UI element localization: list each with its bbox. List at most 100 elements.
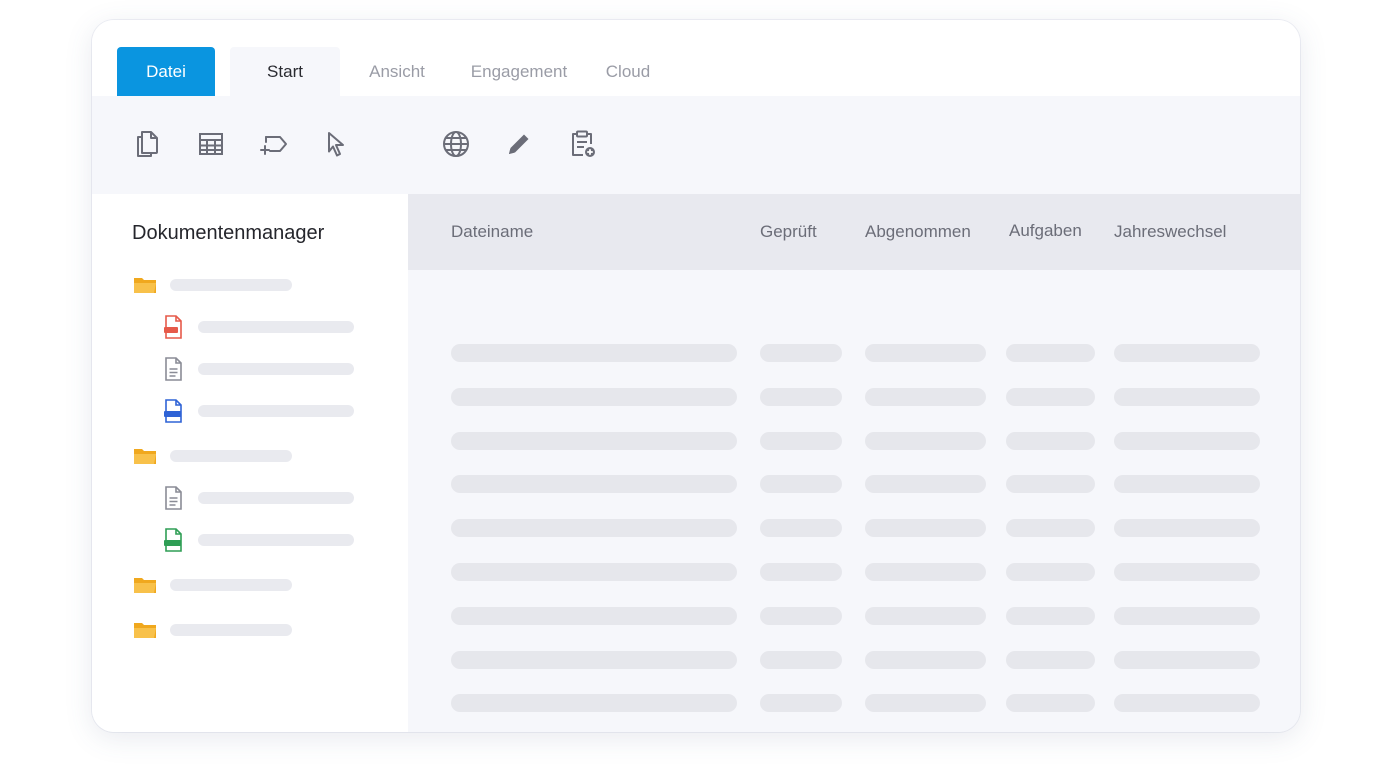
column-header-dateiname[interactable]: Dateiname <box>451 222 533 242</box>
copy-button[interactable] <box>129 126 165 162</box>
table-cell-placeholder <box>451 650 737 669</box>
table-cell-placeholder <box>760 519 842 538</box>
tree-folder[interactable] <box>132 572 292 598</box>
table-row[interactable] <box>408 563 1300 583</box>
table-cell-placeholder <box>865 563 986 581</box>
table-cell-placeholder <box>451 431 737 450</box>
table-button[interactable] <box>193 126 229 162</box>
tab-cloud[interactable]: Cloud <box>597 47 659 96</box>
folder-icon <box>134 278 156 293</box>
table-row[interactable] <box>408 431 1300 452</box>
tree-file[interactable] <box>160 398 354 424</box>
table-cell-placeholder <box>760 563 842 581</box>
folder-icon <box>134 578 156 593</box>
pencil-icon <box>509 134 529 154</box>
table-cell-placeholder <box>451 475 737 494</box>
add-clipboard-button[interactable] <box>564 126 600 162</box>
docx-file-icon <box>164 399 182 423</box>
folder-icon <box>134 623 156 638</box>
table-cell-placeholder <box>1114 606 1260 625</box>
add-label-icon <box>260 136 287 155</box>
table-cell-placeholder <box>760 431 842 450</box>
table-cell-placeholder <box>1114 694 1260 713</box>
table-cell-placeholder <box>1006 606 1095 625</box>
tree-folder[interactable] <box>132 443 292 469</box>
web-button[interactable] <box>438 126 474 162</box>
table-cell-placeholder <box>1006 431 1095 450</box>
tree-item-label-placeholder <box>170 279 292 291</box>
column-header-jahreswechsel[interactable]: Jahreswechsel <box>1114 222 1226 242</box>
table-cell-placeholder <box>1114 387 1260 406</box>
table-row[interactable] <box>408 519 1300 539</box>
tree-file[interactable] <box>160 314 354 340</box>
tab-bar: Datei Start Ansicht Engagement Cloud <box>92 20 1300 96</box>
xlsx-file-icon <box>164 528 182 552</box>
folder-icon <box>134 449 156 464</box>
tree-folder[interactable] <box>132 617 292 643</box>
table-cell-placeholder <box>760 475 842 494</box>
tree-item-label-placeholder <box>198 405 354 417</box>
table-cell-placeholder <box>1114 475 1260 494</box>
table-cell-placeholder <box>451 387 737 406</box>
table-cell-placeholder <box>451 344 737 362</box>
add-label-button[interactable] <box>255 126 291 162</box>
column-header-abgenommen[interactable]: Abgenommen <box>865 222 971 242</box>
table-cell-placeholder <box>865 387 986 406</box>
tab-ansicht[interactable]: Ansicht <box>357 47 437 96</box>
document-manager-sidebar: Dokumentenmanager <box>92 194 408 732</box>
table-row[interactable] <box>408 650 1300 671</box>
table-cell-placeholder <box>1006 519 1095 538</box>
table-row[interactable] <box>408 694 1300 714</box>
select-cursor-button[interactable] <box>318 126 354 162</box>
table-grid-icon <box>199 133 223 155</box>
table-row[interactable] <box>408 606 1300 627</box>
table-header: Dateiname Geprüft Abgenommen Aufgaben Ja… <box>408 194 1300 270</box>
table-cell-placeholder <box>865 606 986 625</box>
table-row[interactable] <box>408 387 1300 408</box>
clipboard-add-icon <box>572 130 595 157</box>
tree-file[interactable] <box>160 485 354 511</box>
table-cell-placeholder <box>1006 650 1095 669</box>
tree-item-label-placeholder <box>198 363 354 375</box>
tree-folder[interactable] <box>132 272 292 298</box>
text-file-icon <box>165 486 182 510</box>
edit-button[interactable] <box>501 126 537 162</box>
table-cell-placeholder <box>451 563 737 581</box>
table-cell-placeholder <box>1114 519 1260 538</box>
table-cell-placeholder <box>1006 344 1095 362</box>
table-cell-placeholder <box>1114 344 1260 362</box>
tree-item-label-placeholder <box>198 492 354 504</box>
copy-documents-icon <box>137 131 158 157</box>
tab-engagement[interactable]: Engagement <box>461 47 577 96</box>
table-cell-placeholder <box>1006 694 1095 713</box>
tree-item-label-placeholder <box>198 534 354 546</box>
text-file-icon <box>165 357 182 381</box>
column-header-geprueft[interactable]: Geprüft <box>760 222 817 242</box>
app-window: Datei Start Ansicht Engagement Cloud Dok… <box>92 20 1300 732</box>
table-cell-placeholder <box>760 344 842 362</box>
table-cell-placeholder <box>865 694 986 713</box>
table-cell-placeholder <box>451 519 737 538</box>
cursor-pointer-icon <box>328 132 344 157</box>
tab-start[interactable]: Start <box>230 47 340 96</box>
table-cell-placeholder <box>1114 563 1260 581</box>
tree-item-label-placeholder <box>198 321 354 333</box>
table-cell-placeholder <box>1114 431 1260 450</box>
table-cell-placeholder <box>865 650 986 669</box>
table-cell-placeholder <box>1006 563 1095 581</box>
table-cell-placeholder <box>760 650 842 669</box>
table-row[interactable] <box>408 475 1300 495</box>
tree-file[interactable] <box>160 527 354 553</box>
column-header-aufgaben[interactable]: Aufgaben <box>1009 221 1082 241</box>
tree-item-label-placeholder <box>170 579 292 591</box>
tree-item-label-placeholder <box>170 624 292 636</box>
table-cell-placeholder <box>760 387 842 406</box>
tree-file[interactable] <box>160 356 354 382</box>
table-row[interactable] <box>408 344 1300 364</box>
globe-icon <box>443 131 469 157</box>
table-cell-placeholder <box>865 344 986 362</box>
table-cell-placeholder <box>865 431 986 450</box>
pdf-file-icon <box>164 315 182 339</box>
tab-datei[interactable]: Datei <box>117 47 215 96</box>
table-cell-placeholder <box>760 606 842 625</box>
